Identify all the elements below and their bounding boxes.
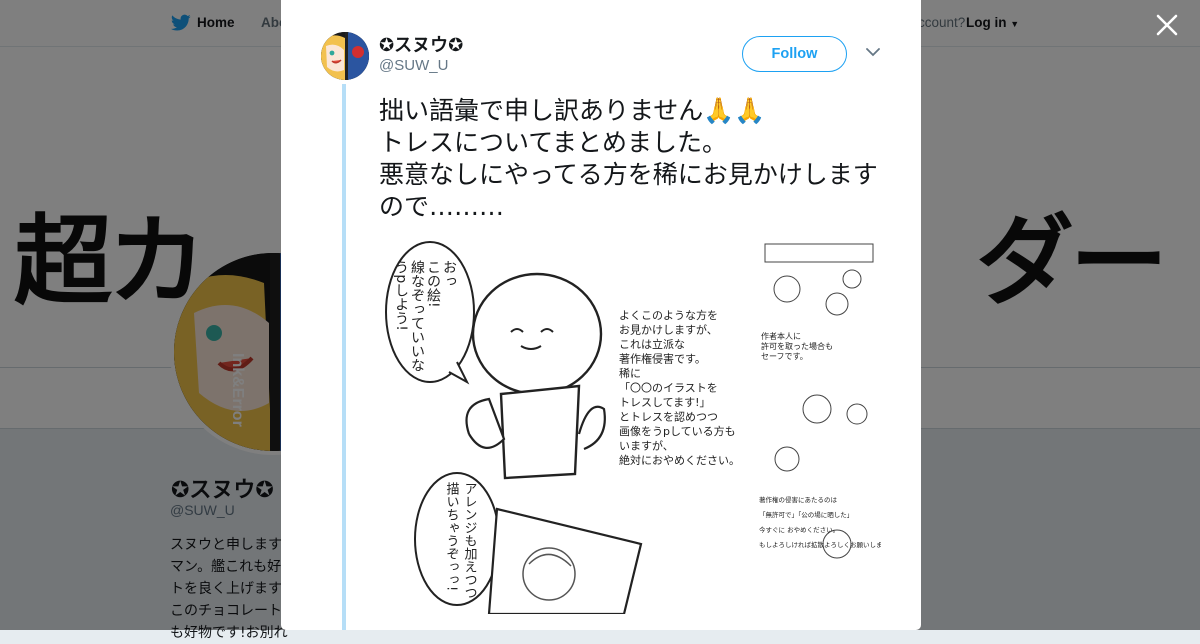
thread-line bbox=[342, 84, 346, 630]
speech-bubble-line: この絵! bbox=[425, 260, 441, 308]
side-panel-line: セーフです。 bbox=[761, 352, 808, 361]
author-handle[interactable]: @SUW_U bbox=[379, 57, 448, 74]
narration-line: 「〇〇のイラストを bbox=[619, 382, 718, 395]
manga-side-panel[interactable]: 作者本人に許可を取った場合もセーフです。 著作権の侵害にあたるのは「無許可で」「… bbox=[757, 234, 881, 614]
narration-line: これは立派な bbox=[619, 337, 685, 351]
narration-line: 稀に bbox=[619, 367, 641, 380]
side-panel-line: 許可を取った場合も bbox=[761, 341, 833, 351]
side-panel-line: 作者本人に bbox=[761, 331, 801, 341]
narration-line: 著作権侵害です。 bbox=[619, 352, 706, 366]
tweet-media[interactable]: おっこの絵!線なぞっていいなうpしよう! よくこのような方をお見かけしますが、こ… bbox=[379, 234, 881, 614]
author-avatar[interactable] bbox=[321, 32, 369, 80]
narration-line: よくこのような方を bbox=[619, 308, 718, 322]
side-panel-line: 今すぐに おやめください。 bbox=[759, 525, 839, 534]
tweet-modal: ✪スヌウ✪ @SUW_U Follow 拙い語彙で申し訳ありません🙏🙏 トレスに… bbox=[281, 0, 921, 630]
side-panel-line: 「無許可で」「公の場に晒した」 bbox=[759, 510, 853, 519]
tweet-text: 拙い語彙で申し訳ありません🙏🙏 トレスについてまとめました。 悪意なしにやってる… bbox=[379, 96, 878, 221]
narration-line: お見かけしますが、 bbox=[619, 323, 718, 337]
narration-line: いますが、 bbox=[619, 439, 674, 453]
chevron-down-icon[interactable] bbox=[866, 47, 880, 57]
narration-line: とトレスを認めつつ bbox=[619, 410, 718, 424]
close-icon[interactable] bbox=[1154, 12, 1180, 38]
speech-bubble-line: おっ bbox=[441, 260, 457, 288]
narration-line: トレスしてます!」 bbox=[619, 396, 711, 409]
side-panel-line: 著作権の侵害にあたるのは bbox=[759, 495, 838, 504]
speech-bubble-line: アレンジも加えつつ bbox=[462, 482, 478, 599]
side-panel-line: もしよろしければ拡散よろしくお願いします。 bbox=[759, 540, 881, 549]
author-name[interactable]: ✪スヌウ✪ bbox=[379, 31, 463, 57]
follow-button[interactable]: Follow bbox=[742, 36, 847, 72]
narration-line: 絶対におやめください。 bbox=[619, 453, 740, 467]
speech-bubble-line: 描いちゃうぞっっ! bbox=[444, 482, 460, 591]
author-avatar-illustration bbox=[321, 32, 369, 80]
speech-bubble-line: 線なぞっていいな bbox=[409, 260, 425, 372]
speech-bubble-line: うpしよう! bbox=[393, 260, 409, 331]
manga-main-panel[interactable]: おっこの絵!線なぞっていいなうpしよう! よくこのような方をお見かけしますが、こ… bbox=[379, 234, 755, 614]
narration-line: 画像をうpしている方も bbox=[619, 424, 736, 438]
